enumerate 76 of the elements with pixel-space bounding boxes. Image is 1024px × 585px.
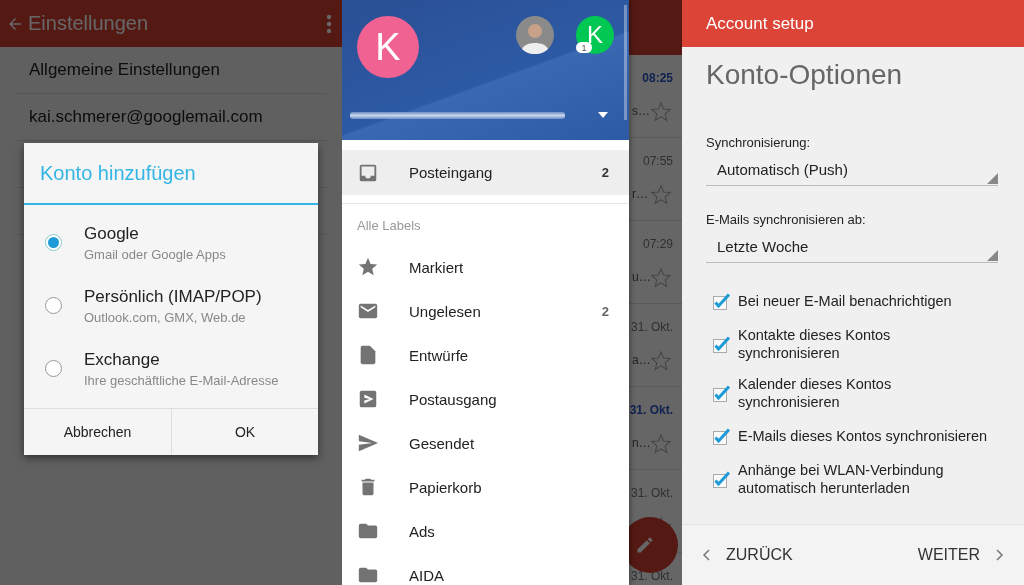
option-label: Exchange bbox=[84, 349, 161, 370]
checkbox[interactable] bbox=[713, 427, 730, 445]
checkbox-label: Kalender dieses Kontos synchronisieren bbox=[738, 375, 893, 411]
message-time: 31. Okt. bbox=[629, 403, 673, 417]
field-label: Synchronisierung: bbox=[706, 135, 812, 150]
item-label: Posteingang bbox=[409, 164, 494, 181]
drawer-item[interactable]: Ads bbox=[342, 509, 629, 553]
message-snippet: n… bbox=[632, 436, 651, 450]
dropdown[interactable]: Letzte Woche bbox=[706, 234, 998, 263]
drawer-item[interactable]: Postausgang bbox=[342, 377, 629, 421]
option-label: Google bbox=[84, 223, 140, 244]
send-box-icon bbox=[357, 388, 379, 410]
dropdown-corner-icon bbox=[987, 250, 998, 261]
radio-button[interactable] bbox=[45, 360, 62, 377]
send-icon bbox=[357, 432, 379, 454]
item-label: AIDA bbox=[409, 566, 445, 584]
message-snippet: a… bbox=[632, 353, 651, 367]
item-label: Gesendet bbox=[409, 434, 476, 452]
back-button[interactable]: ZURÜCK bbox=[702, 546, 793, 564]
checkbox[interactable] bbox=[713, 335, 730, 353]
item-label: Postausgang bbox=[409, 390, 498, 408]
checkbox[interactable] bbox=[713, 470, 730, 488]
star-icon[interactable] bbox=[650, 101, 672, 123]
item-label: Ungelesen bbox=[409, 302, 482, 320]
item-label: Markiert bbox=[409, 258, 465, 276]
checkbox-label: E-Mails dieses Kontos synchronisieren bbox=[738, 427, 988, 445]
notification-badge: 1 bbox=[576, 42, 592, 53]
radio-button[interactable] bbox=[45, 234, 62, 251]
pencil-icon bbox=[635, 535, 655, 555]
dialog-title: Konto hinzufügen bbox=[24, 143, 318, 205]
message-time: 08:25 bbox=[642, 71, 673, 85]
unread-count: 2 bbox=[601, 303, 609, 319]
star-icon[interactable] bbox=[650, 267, 672, 289]
message-snippet: u… bbox=[632, 270, 651, 284]
avatar[interactable] bbox=[516, 16, 554, 54]
star-icon bbox=[357, 256, 379, 278]
option-description: Ihre geschäftliche E-Mail-Adresse bbox=[84, 372, 279, 388]
drawer-item[interactable]: Entwürfe bbox=[342, 333, 629, 377]
checkbox-label: Anhänge bei WLAN-Verbindung automatisch herunterladen bbox=[738, 461, 945, 497]
chevron-right-icon bbox=[996, 549, 1004, 561]
dialog-button[interactable]: Abbrechen bbox=[24, 409, 171, 455]
next-button[interactable]: WEITER bbox=[917, 546, 1004, 564]
star-icon[interactable] bbox=[650, 184, 672, 206]
checkbox-label: Bei neuer E-Mail benachrichtigen bbox=[738, 292, 953, 310]
star-icon[interactable] bbox=[650, 433, 672, 455]
radio-button[interactable] bbox=[45, 297, 62, 314]
drawer-item[interactable]: Ungelesen 2 bbox=[342, 289, 629, 333]
chevron-left-icon bbox=[702, 549, 710, 561]
drawer-item[interactable]: Gesendet bbox=[342, 421, 629, 465]
page-heading: Konto-Optionen bbox=[706, 59, 904, 91]
app-bar-title: Account setup bbox=[682, 0, 1024, 47]
drawer-item[interactable]: Markiert bbox=[342, 245, 629, 289]
option-description: Outlook.com, GMX, Web.de bbox=[84, 309, 247, 325]
dropdown-corner-icon bbox=[987, 173, 998, 184]
dropdown-triangle-icon[interactable] bbox=[598, 112, 608, 118]
message-snippet: r… bbox=[632, 187, 648, 201]
dropdown[interactable]: Automatisch (Push) bbox=[706, 157, 998, 186]
checkbox[interactable] bbox=[713, 292, 730, 310]
star-icon[interactable] bbox=[650, 350, 672, 372]
drawer-item[interactable]: Papierkorb bbox=[342, 465, 629, 509]
drawer-item[interactable]: AIDA bbox=[342, 553, 629, 585]
section-header: Alle Labels bbox=[356, 217, 422, 235]
item-label: Entwürfe bbox=[409, 346, 470, 364]
screen-title: Einstellungen bbox=[28, 12, 150, 35]
overflow-menu-icon[interactable] bbox=[326, 13, 332, 34]
field-label: E-Mails synchronisieren ab: bbox=[706, 212, 867, 227]
item-label: Papierkorb bbox=[409, 478, 483, 496]
drawer-item[interactable]: Posteingang 2 bbox=[342, 150, 629, 195]
checkbox[interactable] bbox=[713, 384, 730, 402]
dialog-button[interactable]: OK bbox=[171, 409, 318, 455]
option-label: Persönlich (IMAP/POP) bbox=[84, 286, 262, 307]
item-label: Ads bbox=[409, 522, 436, 540]
unread-count: 2 bbox=[601, 165, 609, 180]
checkbox-label: Kontakte dieses Kontos synchronisieren bbox=[738, 326, 892, 362]
message-snippet: s… bbox=[632, 104, 650, 118]
option-description: Gmail oder Google Apps bbox=[84, 246, 226, 262]
